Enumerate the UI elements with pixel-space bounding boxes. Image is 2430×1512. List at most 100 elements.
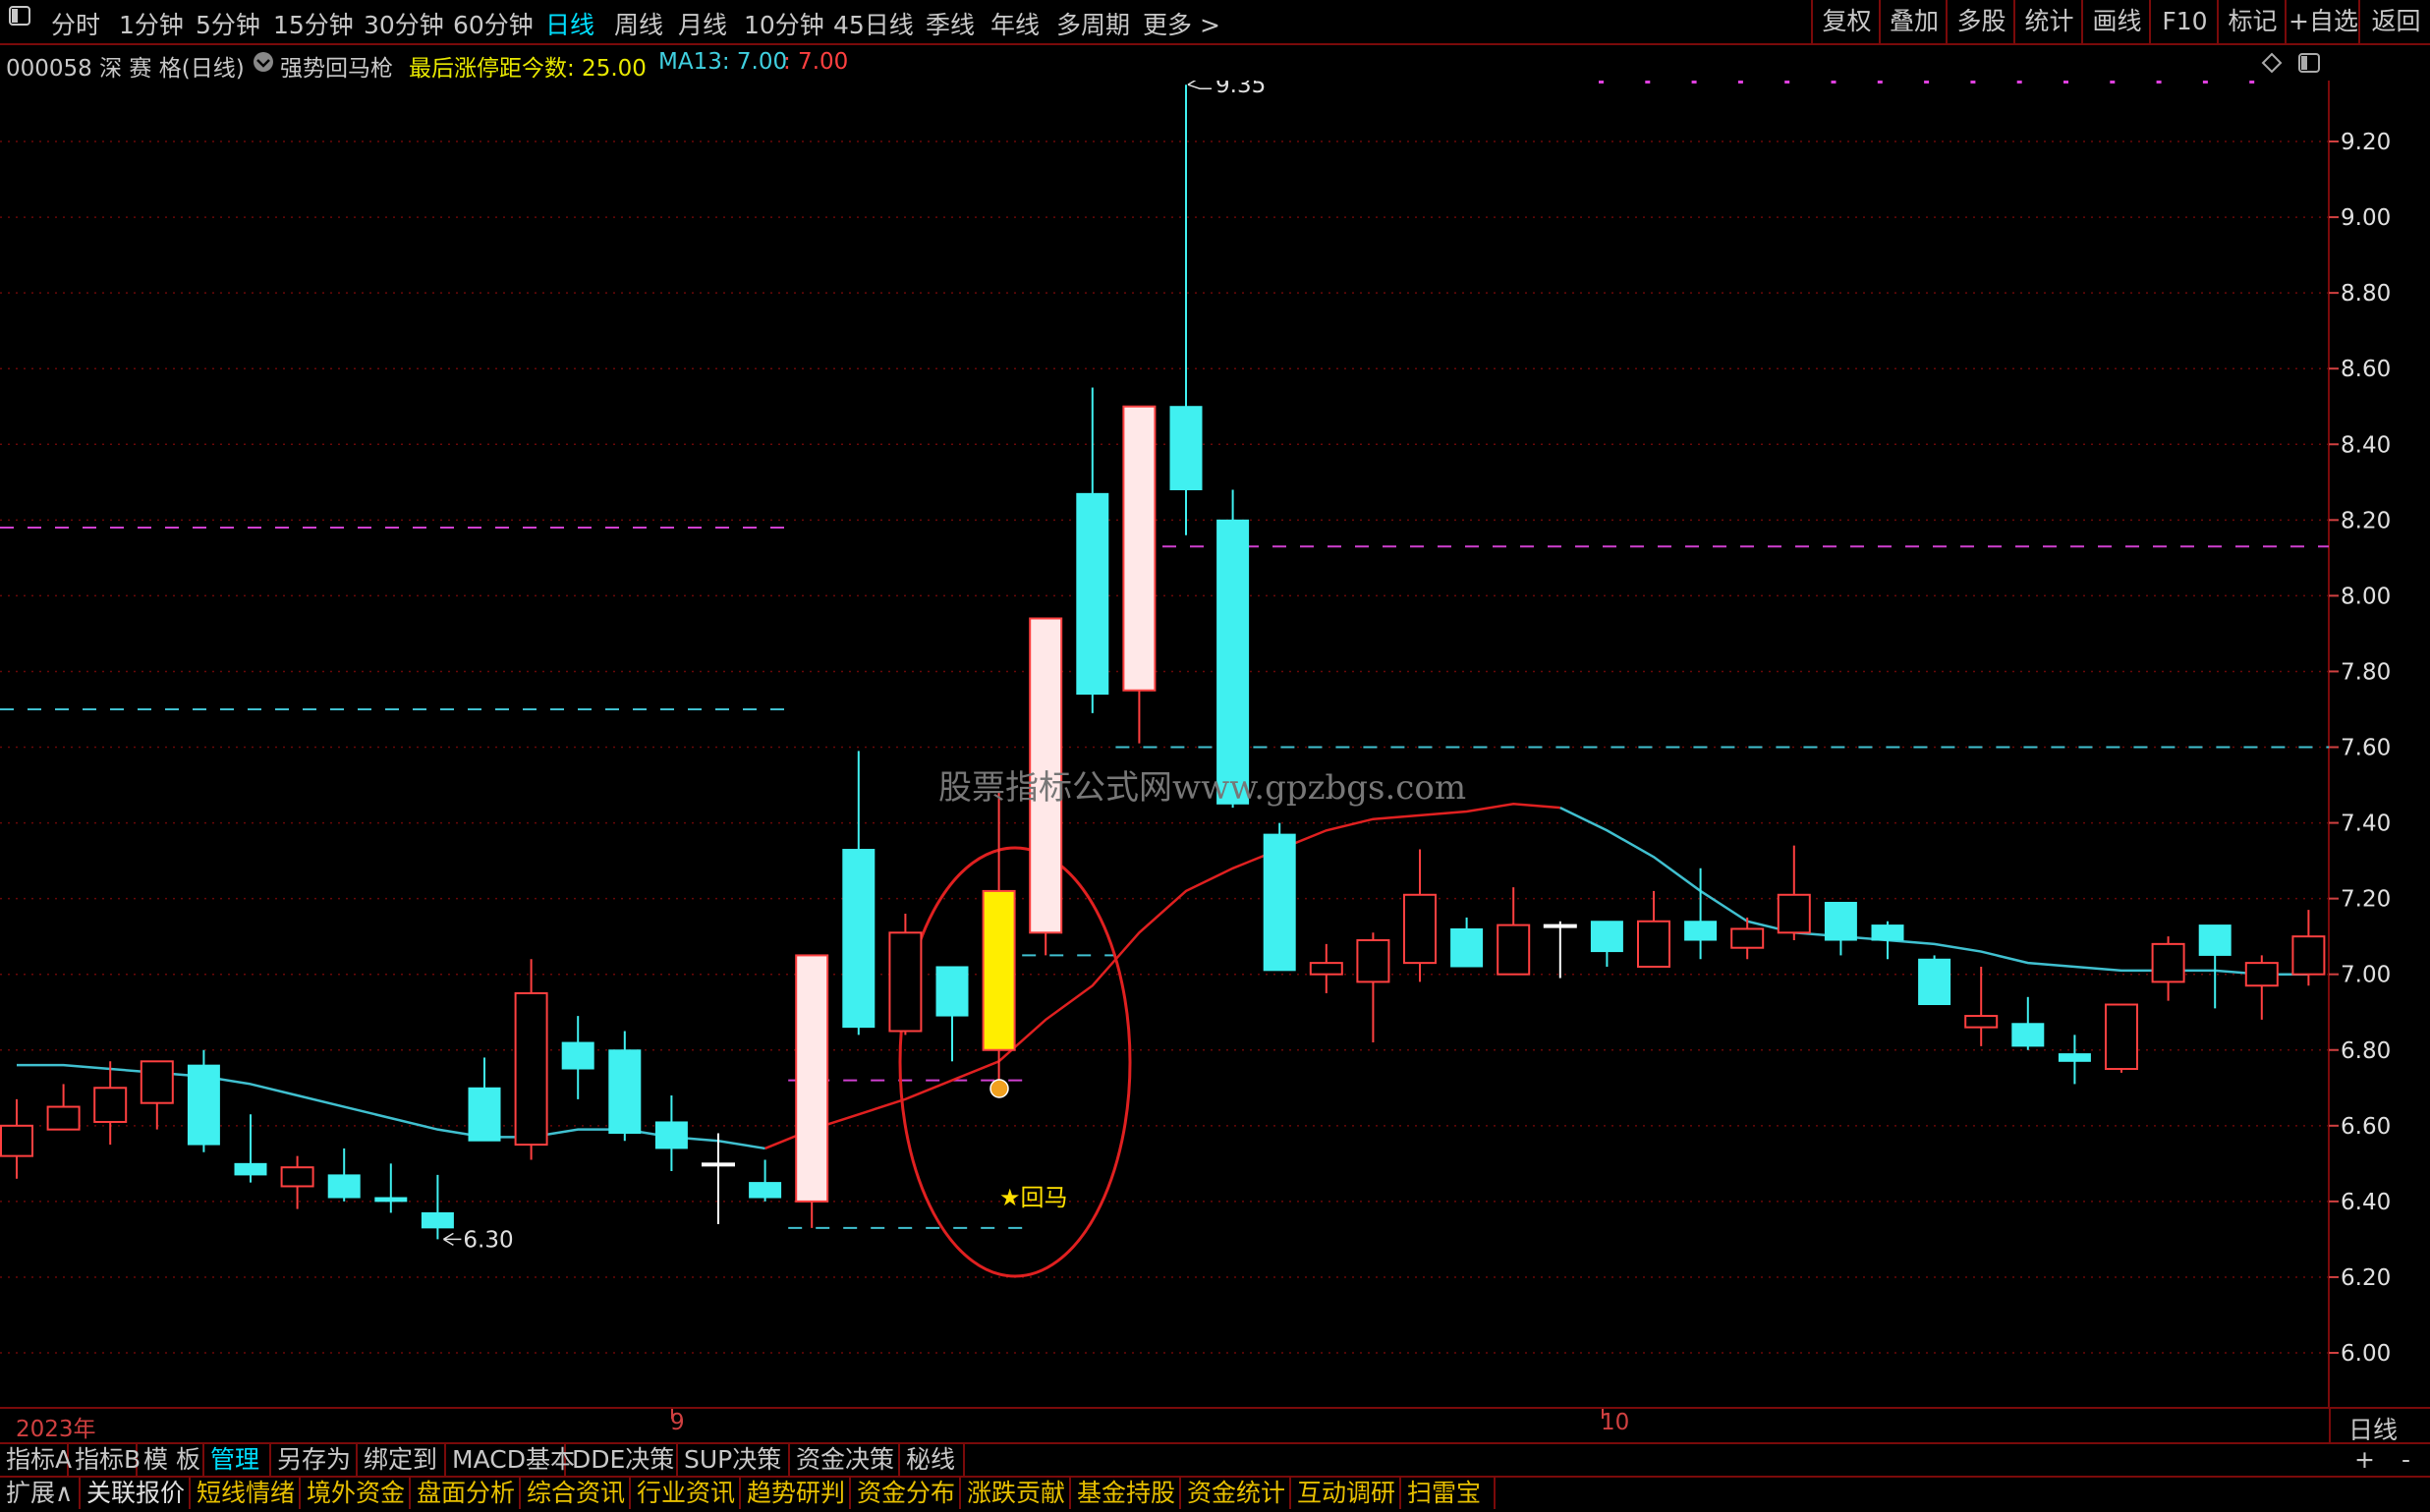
extension-tab-2[interactable]: 短线情绪 [191, 1478, 301, 1509]
indicator-tab-1[interactable]: 指标B [69, 1444, 141, 1476]
toolbar-button-6[interactable]: 标记 [2217, 0, 2287, 43]
period-tab-11[interactable]: 季线 [926, 6, 975, 41]
candle[interactable] [702, 1133, 735, 1224]
candle[interactable] [795, 954, 829, 1228]
period-tab-3[interactable]: 15分钟 [273, 6, 354, 41]
candle[interactable] [374, 1163, 408, 1213]
indicator-tab-3[interactable]: 管理 [204, 1444, 271, 1476]
extension-tab-3[interactable]: 境外资金 [301, 1478, 411, 1509]
extension-tab-8[interactable]: 资金分布 [851, 1478, 961, 1509]
toolbar-button-0[interactable]: 复权 [1811, 0, 1881, 43]
candle[interactable] [1543, 921, 1577, 979]
candle[interactable] [1964, 966, 1999, 1046]
candle[interactable] [1309, 943, 1343, 993]
zoom-out-button[interactable]: - [2396, 1444, 2416, 1476]
indicator-name[interactable]: 强势回马枪 [280, 49, 393, 83]
extension-tab-1[interactable]: 关联报价 [81, 1478, 191, 1509]
candle[interactable] [1122, 405, 1157, 744]
candle[interactable] [888, 914, 923, 1036]
candle[interactable] [654, 1094, 688, 1172]
candle[interactable] [2058, 1035, 2091, 1085]
candle[interactable] [1403, 849, 1437, 982]
candle[interactable] [1450, 917, 1484, 968]
period-tab-6[interactable]: 日线 [545, 6, 594, 41]
candle[interactable] [1871, 921, 1904, 960]
period-tab-4[interactable]: 30分钟 [364, 6, 444, 41]
candle[interactable] [1497, 887, 1531, 976]
candle[interactable] [2291, 910, 2326, 986]
candle[interactable] [187, 1049, 220, 1152]
candle[interactable] [1263, 822, 1296, 972]
period-tab-0[interactable]: 分时 [51, 6, 100, 41]
toolbar-button-1[interactable]: 叠加 [1879, 0, 1948, 43]
period-tab-5[interactable]: 60分钟 [453, 6, 534, 41]
candle[interactable] [234, 1114, 267, 1183]
extension-tab-13[interactable]: 扫雷宝 [1401, 1478, 1496, 1509]
candle[interactable] [140, 1060, 174, 1130]
candle[interactable] [0, 1098, 33, 1179]
extension-tab-10[interactable]: 基金持股 [1071, 1478, 1181, 1509]
candle[interactable] [46, 1084, 81, 1131]
candle[interactable] [935, 966, 969, 1062]
extension-tab-9[interactable]: 涨跌贡献 [961, 1478, 1071, 1509]
candle[interactable] [514, 959, 548, 1160]
indicator-tab-5[interactable]: 绑定到 [358, 1444, 446, 1476]
indicator-tab-0[interactable]: 指标A [0, 1444, 72, 1476]
candle[interactable] [1824, 901, 1857, 956]
candle[interactable] [1590, 921, 1623, 967]
period-tab-1[interactable]: 1分钟 [119, 6, 184, 41]
candle[interactable] [2011, 996, 2045, 1050]
indicator-tab-2[interactable]: 模 板 [138, 1444, 204, 1476]
toolbar-button-7[interactable]: +自选 [2285, 0, 2360, 43]
candle[interactable] [842, 751, 876, 1036]
indicator-tab-6[interactable]: MACD基本 [446, 1444, 575, 1476]
window-icon[interactable] [8, 4, 31, 32]
indicator-tab-7[interactable]: DDE决策 [566, 1444, 678, 1476]
candle[interactable] [2198, 924, 2232, 1009]
indicator-tab-10[interactable]: 秘线 [900, 1444, 965, 1476]
candle[interactable] [2105, 1003, 2138, 1073]
extension-tab-6[interactable]: 行业资讯 [631, 1478, 741, 1509]
diamond-icon[interactable] [2260, 51, 2284, 79]
extension-tab-0[interactable]: 扩展∧ [0, 1478, 81, 1509]
candle[interactable] [327, 1148, 361, 1202]
indicator-toggle-icon[interactable] [252, 50, 275, 80]
candle[interactable] [421, 1174, 454, 1240]
toolbar-button-4[interactable]: 画线 [2081, 0, 2151, 43]
candle[interactable] [1169, 84, 1203, 535]
candle[interactable] [561, 1016, 594, 1099]
toolbar-button-3[interactable]: 统计 [2013, 0, 2083, 43]
period-tab-14[interactable]: 更多 > [1143, 6, 1220, 41]
candle[interactable] [749, 1159, 782, 1202]
panel-toggle-icon[interactable] [2297, 52, 2321, 78]
period-tab-7[interactable]: 周线 [614, 6, 663, 41]
candle[interactable] [1777, 845, 1811, 941]
extension-tab-7[interactable]: 趋势研判 [741, 1478, 851, 1509]
toolbar-button-2[interactable]: 多股 [1946, 0, 2015, 43]
candle[interactable] [1637, 890, 1670, 968]
toolbar-button-8[interactable]: 返回 [2358, 0, 2430, 43]
indicator-tab-9[interactable]: 资金决策 [790, 1444, 900, 1476]
candle[interactable] [1918, 955, 1951, 1006]
candle[interactable] [982, 792, 1016, 1081]
indicator-tab-8[interactable]: SUP决策 [678, 1444, 790, 1476]
extension-tab-12[interactable]: 互动调研 [1291, 1478, 1401, 1509]
extension-tab-11[interactable]: 资金统计 [1181, 1478, 1291, 1509]
period-tab-12[interactable]: 年线 [990, 6, 1040, 41]
period-tab-9[interactable]: 10分钟 [744, 6, 824, 41]
candle[interactable] [1076, 387, 1109, 713]
period-tab-10[interactable]: 45日线 [833, 6, 914, 41]
candle[interactable] [2151, 936, 2185, 1001]
extension-tab-4[interactable]: 盘面分析 [411, 1478, 521, 1509]
zoom-in-button[interactable]: + [2348, 1444, 2381, 1476]
candle[interactable] [93, 1061, 128, 1146]
indicator-tab-4[interactable]: 另存为 [271, 1444, 358, 1476]
candle[interactable] [1356, 932, 1390, 1043]
toolbar-button-5[interactable]: F10 [2149, 0, 2219, 43]
candle[interactable] [2244, 955, 2279, 1020]
extension-tab-5[interactable]: 综合资讯 [521, 1478, 631, 1509]
candle[interactable] [468, 1057, 501, 1142]
period-tab-2[interactable]: 5分钟 [196, 6, 260, 41]
candle[interactable] [608, 1031, 642, 1142]
period-tab-13[interactable]: 多周期 [1056, 6, 1130, 41]
